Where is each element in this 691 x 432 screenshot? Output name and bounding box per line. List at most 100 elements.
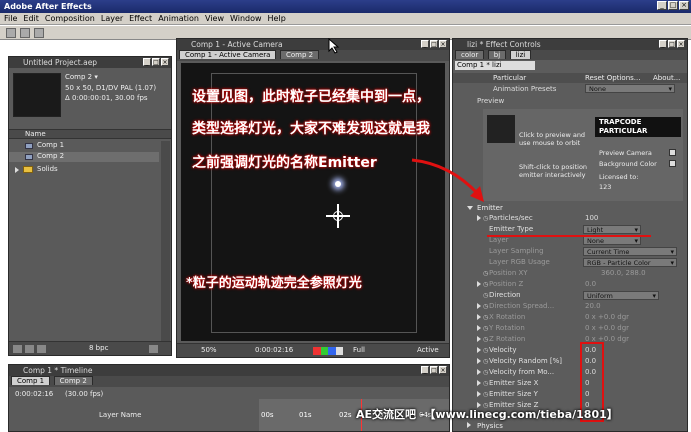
project-close-button[interactable]: ×: [161, 58, 169, 66]
stopwatch-icon[interactable]: ◷: [483, 347, 488, 354]
fx-particular-row[interactable]: Particular Reset Options... About...: [453, 73, 687, 83]
stopwatch-icon[interactable]: ◷: [483, 380, 488, 387]
resolution-select[interactable]: Full: [353, 346, 365, 354]
timeline-minimize-button[interactable]: _: [421, 366, 429, 374]
tab-lizi[interactable]: lizi: [509, 50, 532, 59]
stopwatch-icon[interactable]: ◷: [483, 281, 488, 288]
about-link[interactable]: About...: [653, 74, 680, 82]
project-scrollbar[interactable]: [161, 141, 170, 341]
menu-file[interactable]: File: [4, 13, 17, 24]
timeline-maximize-button[interactable]: □: [430, 366, 438, 374]
menu-window[interactable]: Window: [230, 13, 262, 24]
expand-arrow-icon[interactable]: [15, 167, 19, 173]
zoom-tool-icon[interactable]: [34, 28, 44, 38]
stopwatch-icon[interactable]: ◷: [483, 358, 488, 365]
bpc-label[interactable]: 8 bpc: [89, 344, 108, 352]
close-button[interactable]: ×: [679, 1, 689, 10]
param-direction[interactable]: ◷ Direction Uniform: [453, 291, 687, 301]
expand-arrow-icon[interactable]: [477, 380, 481, 386]
expand-arrow-icon[interactable]: [477, 358, 481, 364]
viewer-close-button[interactable]: ×: [439, 40, 447, 48]
param-velocity[interactable]: ◷ Velocity 0.0: [453, 346, 687, 356]
tab-color[interactable]: color: [455, 50, 485, 59]
new-comp-icon[interactable]: [37, 345, 46, 353]
expand-arrow-icon[interactable]: [477, 369, 481, 375]
layer-sampling-select[interactable]: Current Time: [583, 247, 677, 256]
param-layer-rgb-usage[interactable]: Layer RGB Usage RGB - Particle Color: [453, 258, 687, 268]
tab-comp1-active-camera[interactable]: Comp 1 - Active Camera: [179, 50, 277, 59]
expand-arrow-icon[interactable]: [467, 422, 471, 428]
effects-close-button[interactable]: ×: [677, 40, 685, 48]
param-position-xy[interactable]: ◷ Position XY 360.0, 288.0: [453, 269, 687, 279]
menu-animation[interactable]: Animation: [158, 13, 199, 24]
expand-arrow-icon[interactable]: [477, 303, 481, 309]
menu-edit[interactable]: Edit: [23, 13, 39, 24]
menu-effect[interactable]: Effect: [129, 13, 152, 24]
menu-layer[interactable]: Layer: [101, 13, 123, 24]
color-channels-icon[interactable]: [313, 347, 343, 355]
param-y-rotation[interactable]: ◷ Y Rotation 0 x +0.0 dgr: [453, 324, 687, 334]
expand-arrow-icon[interactable]: [477, 281, 481, 287]
project-item-comp2[interactable]: Comp 2: [9, 152, 159, 162]
layer-name-column[interactable]: Layer Name: [99, 411, 141, 419]
menu-view[interactable]: View: [205, 13, 224, 24]
param-velocity-random[interactable]: ◷ Velocity Random [%] 0.0: [453, 357, 687, 367]
stopwatch-icon[interactable]: ◷: [483, 369, 488, 376]
maximize-button[interactable]: □: [668, 1, 678, 10]
expand-arrow-icon[interactable]: [477, 325, 481, 331]
timeline-timecode[interactable]: 0:00:02:16: [15, 390, 53, 398]
emitter-type-select[interactable]: Light: [583, 225, 641, 234]
tab-comp2[interactable]: Comp 2: [279, 50, 320, 59]
stopwatch-icon[interactable]: ◷: [483, 325, 488, 332]
interpret-footage-icon[interactable]: [13, 345, 22, 353]
param-x-rotation[interactable]: ◷ X Rotation 0 x +0.0 dgr: [453, 313, 687, 323]
tab-timeline-comp2[interactable]: Comp 2: [53, 376, 93, 385]
param-layer-sampling[interactable]: Layer Sampling Current Time: [453, 247, 687, 257]
project-item-comp1[interactable]: Comp 1: [9, 141, 159, 151]
preview-row[interactable]: Preview: [453, 96, 687, 106]
param-layer[interactable]: Layer None: [453, 236, 687, 246]
stopwatch-icon[interactable]: ◷: [483, 270, 488, 277]
background-color-checkbox[interactable]: [669, 160, 676, 167]
tab-bj[interactable]: bj: [487, 50, 507, 59]
param-position-z[interactable]: ◷ Position Z 0.0: [453, 280, 687, 290]
selection-tool-icon[interactable]: [6, 28, 16, 38]
project-maximize-button[interactable]: □: [152, 58, 160, 66]
expand-arrow-icon[interactable]: [477, 336, 481, 342]
menu-help[interactable]: Help: [268, 13, 286, 24]
hand-tool-icon[interactable]: [20, 28, 30, 38]
param-direction-spread[interactable]: ◷ Direction Spread... 20.0: [453, 302, 687, 312]
viewer-timecode[interactable]: 0:00:02:16: [255, 346, 293, 354]
expand-arrow-icon[interactable]: [477, 215, 481, 221]
column-name-label[interactable]: Name: [25, 130, 46, 138]
effects-minimize-button[interactable]: _: [659, 40, 667, 48]
stopwatch-icon[interactable]: ◷: [483, 391, 488, 398]
param-emitter-type[interactable]: Emitter Type Light: [453, 225, 687, 235]
viewer-maximize-button[interactable]: □: [430, 40, 438, 48]
tab-timeline-comp1[interactable]: Comp 1: [11, 376, 51, 385]
reset-options-link[interactable]: Reset Options...: [585, 74, 640, 82]
animation-presets-select[interactable]: None: [585, 84, 675, 93]
new-folder-icon[interactable]: [25, 345, 34, 353]
expand-arrow-icon[interactable]: [477, 314, 481, 320]
stopwatch-icon[interactable]: ◷: [483, 292, 488, 299]
view-select[interactable]: Active: [417, 346, 439, 354]
layer-rgb-usage-select[interactable]: RGB - Particle Color: [583, 258, 677, 267]
trash-icon[interactable]: [149, 345, 158, 353]
layer-select[interactable]: None: [583, 236, 641, 245]
menu-composition[interactable]: Composition: [45, 13, 95, 24]
physics-section-row[interactable]: Physics: [453, 421, 687, 431]
expand-arrow-icon[interactable]: [477, 347, 481, 353]
effects-maximize-button[interactable]: □: [668, 40, 676, 48]
stopwatch-icon[interactable]: ◷: [483, 303, 488, 310]
project-item-solids[interactable]: Solids: [9, 165, 159, 175]
timeline-close-button[interactable]: ×: [439, 366, 447, 374]
direction-select[interactable]: Uniform: [583, 291, 659, 300]
preview-thumbnail[interactable]: [487, 115, 515, 143]
stopwatch-icon[interactable]: ◷: [483, 314, 488, 321]
stopwatch-icon[interactable]: ◷: [483, 215, 488, 222]
preview-camera-checkbox[interactable]: [669, 149, 676, 156]
minimize-button[interactable]: _: [657, 1, 667, 10]
param-emitter-size-y[interactable]: ◷ Emitter Size Y0: [453, 390, 687, 400]
param-z-rotation[interactable]: ◷ Z Rotation 0 x +0.0 dgr: [453, 335, 687, 345]
